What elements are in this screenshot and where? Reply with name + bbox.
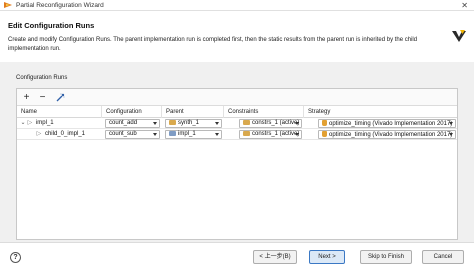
configuration-value: count_sub <box>109 131 137 137</box>
page-title: Edit Configuration Runs <box>8 21 95 30</box>
strategy-value: optimize_timing (Vivado Implementation 2… <box>322 120 452 128</box>
strategy-value: optimize_timing (Vivado Implementation 2… <box>322 131 452 139</box>
configuration-select[interactable]: count_sub <box>105 130 160 139</box>
strategy-icon <box>322 120 327 126</box>
run-name: impl_1 <box>35 120 54 126</box>
remove-icon: − <box>39 91 46 103</box>
back-button[interactable]: < 上一步(B) <box>253 250 297 264</box>
title-bar: Partial Reconfiguration Wizard ✕ <box>0 0 474 11</box>
run-name-cell: ⌄ ▷ impl_1 <box>20 118 100 129</box>
parent-value: synth_1 <box>169 120 199 127</box>
configuration-select[interactable]: count_add <box>105 119 160 128</box>
automatically-create-runs-button[interactable] <box>55 92 66 103</box>
configuration-runs-label: Configuration Runs <box>16 75 68 81</box>
chevron-down-icon <box>215 133 219 136</box>
window-title: Partial Reconfiguration Wizard <box>16 1 104 9</box>
chevron-down-icon <box>295 122 299 125</box>
strategy-select[interactable]: optimize_timing (Vivado Implementation 2… <box>318 119 456 128</box>
remove-run-button[interactable]: − <box>37 92 48 103</box>
wizard-header: Edit Configuration Runs Create and modif… <box>0 12 474 58</box>
vivado-app-icon <box>4 2 12 8</box>
vivado-logo-icon <box>452 30 466 42</box>
run-name: child_0_impl_1 <box>44 131 85 137</box>
wand-icon <box>56 93 65 102</box>
constraints-value: constrs_1 (active) <box>243 120 299 127</box>
configuration-value: count_add <box>109 120 138 126</box>
configuration-runs-panel: + − Name Configuration Parent Constraint… <box>16 88 458 240</box>
parent-select[interactable]: impl_1 <box>165 130 222 139</box>
constraints-select[interactable]: constrs_1 (active) <box>239 130 302 139</box>
skip-to-finish-button[interactable]: Skip to Finish <box>360 250 412 264</box>
chevron-down-icon <box>153 133 157 136</box>
strategy-icon <box>322 131 327 137</box>
table-row[interactable]: ⌄ ▷ impl_1 count_add synth_1 constrs_1 (… <box>17 118 457 129</box>
add-run-button[interactable]: + <box>21 92 32 103</box>
chevron-down-icon <box>295 133 299 136</box>
strategy-select[interactable]: optimize_timing (Vivado Implementation 2… <box>318 130 456 139</box>
close-icon[interactable]: ✕ <box>461 0 468 11</box>
column-header-configuration[interactable]: Configuration <box>101 106 161 118</box>
table-toolbar: + − <box>17 89 457 106</box>
column-header-parent[interactable]: Parent <box>161 106 223 118</box>
wizard-footer: ? < 上一步(B) Next > Skip to Finish Cancel <box>0 242 474 272</box>
parent-value: impl_1 <box>169 131 196 138</box>
run-icon: ▷ <box>27 120 33 126</box>
table-row[interactable]: ▷ child_0_impl_1 count_sub impl_1 constr… <box>17 129 457 140</box>
run-folder-icon <box>169 131 176 136</box>
chevron-down-icon <box>153 122 157 125</box>
content-area: Configuration Runs + − Name Configuratio… <box>0 62 474 242</box>
expand-icon[interactable]: ⌄ <box>20 118 26 129</box>
help-button[interactable]: ? <box>10 252 21 263</box>
add-icon: + <box>23 91 30 103</box>
cancel-button[interactable]: Cancel <box>422 250 464 264</box>
folder-icon <box>243 120 250 125</box>
parent-select[interactable]: synth_1 <box>165 119 222 128</box>
run-icon: ▷ <box>36 131 42 137</box>
configuration-runs-table: Name Configuration Parent Constraints St… <box>17 106 457 140</box>
column-header-strategy[interactable]: Strategy <box>303 106 457 118</box>
folder-icon <box>169 120 176 125</box>
constraints-value: constrs_1 (active) <box>243 131 299 138</box>
chevron-down-icon <box>449 133 453 136</box>
column-header-constraints[interactable]: Constraints <box>223 106 303 118</box>
page-description: Create and modify Configuration Runs. Th… <box>8 37 418 52</box>
constraints-select[interactable]: constrs_1 (active) <box>239 119 302 128</box>
run-name-cell: ▷ child_0_impl_1 <box>29 129 101 140</box>
table-header: Name Configuration Parent Constraints St… <box>17 106 457 118</box>
folder-icon <box>243 131 250 136</box>
next-button[interactable]: Next > <box>309 250 345 264</box>
chevron-down-icon <box>215 122 219 125</box>
chevron-down-icon <box>449 122 453 125</box>
column-header-name[interactable]: Name <box>17 106 101 118</box>
